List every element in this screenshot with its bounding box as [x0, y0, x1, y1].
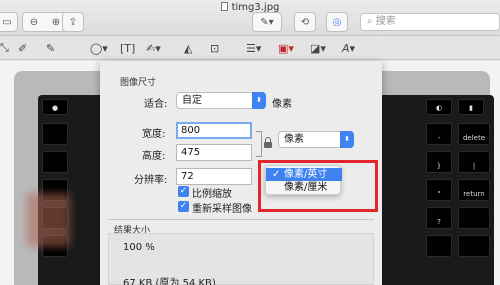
- resample-checkbox[interactable]: ✓: [178, 201, 189, 212]
- share-icon: ⇪: [68, 16, 78, 28]
- rotate-icon: ⟲: [300, 16, 310, 28]
- border-color-icon[interactable]: ▣▾: [278, 40, 294, 56]
- text-tool-icon[interactable]: [T]: [120, 40, 135, 56]
- key: [458, 235, 490, 257]
- resolution-field[interactable]: 72: [176, 168, 252, 185]
- fit-popup[interactable]: 自定 ⬍: [176, 92, 266, 109]
- result-size-box: 100 % 67 KB (原为 54 KB): [108, 233, 374, 285]
- image-size-heading: 图像尺寸: [120, 78, 157, 88]
- size-unit-popup[interactable]: 像素 ⬍: [278, 131, 354, 148]
- zoom-out-icon[interactable]: ⊖: [23, 17, 45, 28]
- chevron-updown-icon: ⬍: [340, 131, 354, 148]
- markup-icon: ◎: [332, 16, 342, 28]
- return-key: return: [458, 179, 490, 201]
- key: ?: [426, 207, 452, 229]
- scale-checkbox[interactable]: ✓: [178, 186, 189, 197]
- key: |: [458, 151, 490, 173]
- key: [458, 207, 490, 229]
- adjust-size-icon[interactable]: ⊡: [210, 40, 219, 56]
- result-file-size: 67 KB (原为 54 KB): [123, 278, 216, 285]
- fit-unit-label: 像素: [272, 99, 292, 110]
- text-style-icon[interactable]: A▾: [342, 40, 355, 56]
- window-toolbar: timg3.jpg ▭ ⊖ ⊕ ⇪ ✎▾ ⟲ ◎ ⌕ 搜索: [0, 0, 500, 36]
- key: [426, 235, 452, 257]
- share-button[interactable]: ⇪: [62, 12, 84, 32]
- sidebar-icon: ▭: [2, 16, 12, 28]
- document-icon: [220, 2, 228, 11]
- chevron-updown-icon: ⬍: [252, 92, 266, 109]
- result-percent: 100 %: [123, 242, 155, 253]
- sidebar-toggle-button[interactable]: ▭: [0, 12, 18, 32]
- pen-icon: ✎▾: [260, 16, 274, 28]
- markup-toolbar-button[interactable]: ◎: [326, 12, 348, 32]
- key: [42, 151, 68, 173]
- key: [42, 123, 68, 145]
- delete-key: delete: [458, 123, 490, 145]
- key: ▮: [458, 99, 484, 115]
- blurred-key: [26, 193, 70, 247]
- markup-toolbar: ⤡ ✐ ✎ ◯▾ [T] ✍▾ ◭ ⊡ ☰▾ ▣▾ ◪▾ A▾: [0, 36, 500, 60]
- fill-color-icon[interactable]: ◪▾: [310, 40, 326, 56]
- link-bracket: [256, 131, 262, 157]
- resolution-label: 分辨率:: [134, 175, 168, 186]
- line-style-icon[interactable]: ☰▾: [246, 40, 261, 56]
- height-field[interactable]: 475: [176, 144, 252, 161]
- key: ◐: [426, 99, 452, 115]
- lock-icon[interactable]: [264, 137, 272, 148]
- rotate-button[interactable]: ⟲: [294, 12, 316, 32]
- key: ": [426, 179, 452, 201]
- shapes-tool-icon[interactable]: ◯▾: [90, 40, 108, 56]
- fit-label: 适合:: [144, 99, 168, 110]
- draw-tool-icon[interactable]: ✎: [46, 40, 55, 56]
- key: -: [426, 123, 452, 145]
- sign-tool-icon[interactable]: ✍▾: [146, 40, 161, 56]
- red-highlight-box: [258, 160, 378, 212]
- scale-label: 比例缩放: [192, 189, 232, 200]
- width-label: 宽度:: [142, 129, 166, 140]
- width-field[interactable]: 800: [176, 122, 252, 139]
- resample-label: 重新采样图像: [192, 204, 252, 215]
- sketch-tool-icon[interactable]: ✐: [18, 40, 27, 56]
- adjust-color-icon[interactable]: ◭: [184, 40, 192, 56]
- key: }: [426, 151, 452, 173]
- search-input[interactable]: ⌕ 搜索: [360, 13, 500, 31]
- divider: [108, 219, 374, 220]
- search-icon: ⌕: [367, 16, 376, 27]
- selection-tool-icon[interactable]: ⤡: [0, 40, 9, 56]
- height-label: 高度:: [142, 151, 166, 162]
- markup-pen-button[interactable]: ✎▾: [252, 12, 282, 32]
- key: ●: [42, 99, 68, 115]
